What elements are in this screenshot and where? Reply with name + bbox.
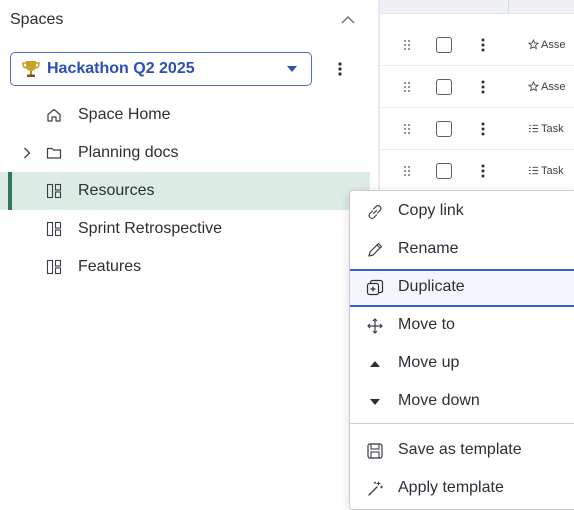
board-icon <box>46 259 62 275</box>
menu-item-rename[interactable]: Rename <box>350 231 574 269</box>
drag-handle-icon[interactable] <box>402 164 412 178</box>
menu-item-move-down[interactable]: Move down <box>350 383 574 421</box>
table-row[interactable]: Asse <box>380 66 574 108</box>
space-selector-row: Hackathon Q2 2025 <box>10 52 365 86</box>
nav-item-space-home[interactable]: Space Home <box>0 96 370 134</box>
row-checkbox[interactable] <box>436 120 452 137</box>
menu-item-move-up[interactable]: Move up <box>350 345 574 383</box>
menu-item-label: Move to <box>398 316 455 333</box>
caret-down-icon <box>285 62 299 76</box>
space-nav: Space Home Planning docs Resources Sprin… <box>0 96 370 286</box>
checklist-icon <box>528 166 539 175</box>
row-options-kebab-icon[interactable] <box>480 121 486 137</box>
space-selector[interactable]: Hackathon Q2 2025 <box>10 52 312 86</box>
sidebar: Spaces Hackathon Q2 2025 Space Home Plan… <box>0 0 370 510</box>
board-icon <box>46 183 62 199</box>
star-icon <box>528 81 539 92</box>
nav-item-label: Planning docs <box>78 144 179 161</box>
space-options-kebab-icon[interactable] <box>330 52 350 86</box>
star-icon <box>528 39 539 50</box>
duplicate-icon <box>366 279 384 297</box>
link-icon <box>366 203 384 221</box>
row-options-kebab-icon[interactable] <box>480 163 486 179</box>
drag-handle-icon[interactable] <box>402 80 412 94</box>
nav-item-resources[interactable]: Resources <box>0 172 370 210</box>
caret-down-icon <box>366 393 384 411</box>
menu-item-apply-template[interactable]: Apply template <box>350 470 574 508</box>
checklist-icon <box>528 124 539 133</box>
collapse-chevron-up-icon[interactable] <box>336 8 360 32</box>
row-type-label: Task <box>541 122 564 135</box>
row-type-badge: Task <box>528 165 564 177</box>
row-type-badge: Asse <box>528 39 565 51</box>
row-type-badge: Task <box>528 123 564 135</box>
menu-item-duplicate[interactable]: Duplicate <box>350 269 574 307</box>
magic-wand-icon <box>366 480 384 498</box>
nav-item-label: Space Home <box>78 106 171 123</box>
nav-item-planning-docs[interactable]: Planning docs <box>0 134 370 172</box>
table-row[interactable]: Task <box>380 150 574 192</box>
menu-item-copy-link[interactable]: Copy link <box>350 193 574 231</box>
column-divider[interactable] <box>508 0 509 14</box>
space-name: Hackathon Q2 2025 <box>47 60 195 77</box>
context-menu: Copy link Rename Duplicate Move to Move <box>349 190 574 510</box>
nav-item-label: Resources <box>78 182 155 199</box>
move-arrows-icon <box>366 317 384 335</box>
menu-item-label: Apply template <box>398 479 504 496</box>
folder-icon <box>46 145 62 161</box>
row-type-label: Asse <box>541 38 566 51</box>
trophy-icon <box>21 59 41 79</box>
row-type-label: Task <box>541 164 564 177</box>
menu-item-label: Move down <box>398 392 480 409</box>
menu-item-label: Rename <box>398 240 459 257</box>
row-checkbox[interactable] <box>436 78 452 95</box>
menu-item-label: Save as template <box>398 441 522 458</box>
table-row[interactable]: Task <box>380 108 574 150</box>
menu-item-label: Move up <box>398 354 460 371</box>
pencil-icon <box>366 241 384 259</box>
menu-item-label: Copy link <box>398 202 464 219</box>
board-icon <box>46 221 62 237</box>
nav-item-label: Features <box>78 258 142 275</box>
nav-item-label: Sprint Retrospective <box>78 220 223 237</box>
spaces-title: Spaces <box>10 11 64 28</box>
drag-handle-icon[interactable] <box>402 122 412 136</box>
drag-handle-icon[interactable] <box>402 38 412 52</box>
row-type-label: Asse <box>541 80 566 93</box>
menu-item-label: Duplicate <box>398 278 465 295</box>
table-header <box>380 0 574 14</box>
spaces-header: Spaces <box>10 8 360 32</box>
menu-item-save-as-template[interactable]: Save as template <box>350 432 574 470</box>
menu-item-move-to[interactable]: Move to <box>350 307 574 345</box>
home-icon <box>46 107 62 123</box>
save-icon <box>366 442 384 460</box>
chevron-right-icon[interactable] <box>20 145 34 161</box>
nav-item-sprint-retrospective[interactable]: Sprint Retrospective <box>0 210 370 248</box>
nav-item-features[interactable]: Features <box>0 248 370 286</box>
row-options-kebab-icon[interactable] <box>480 37 486 53</box>
caret-up-icon <box>366 355 384 373</box>
row-checkbox[interactable] <box>436 36 452 53</box>
table-row[interactable]: Asse <box>380 24 574 66</box>
row-checkbox[interactable] <box>436 162 452 179</box>
menu-divider <box>350 423 574 424</box>
row-type-badge: Asse <box>528 81 565 93</box>
row-options-kebab-icon[interactable] <box>480 79 486 95</box>
